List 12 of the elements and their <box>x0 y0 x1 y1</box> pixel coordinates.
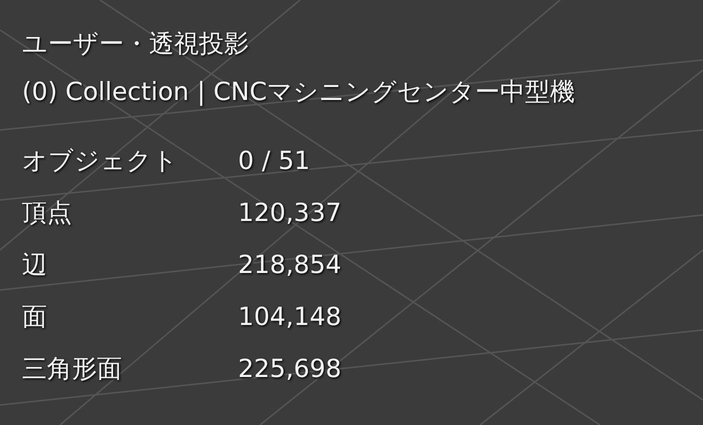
stat-value: 225,698 <box>238 353 342 385</box>
stat-label: 面 <box>22 301 47 333</box>
stat-value: 120,337 <box>238 197 342 229</box>
stat-label: 頂点 <box>22 197 72 229</box>
view-title: ユーザー・透視投影 <box>22 28 249 60</box>
stat-value: 104,148 <box>238 301 342 333</box>
stat-label: 辺 <box>22 249 47 281</box>
stat-value: 0 / 51 <box>238 145 310 177</box>
stat-label: オブジェクト <box>22 145 178 177</box>
stat-value: 218,854 <box>238 249 342 281</box>
collection-label: (0) Collection | CNCマシニングセンター中型機 <box>22 76 575 108</box>
stat-label: 三角形面 <box>22 353 122 385</box>
